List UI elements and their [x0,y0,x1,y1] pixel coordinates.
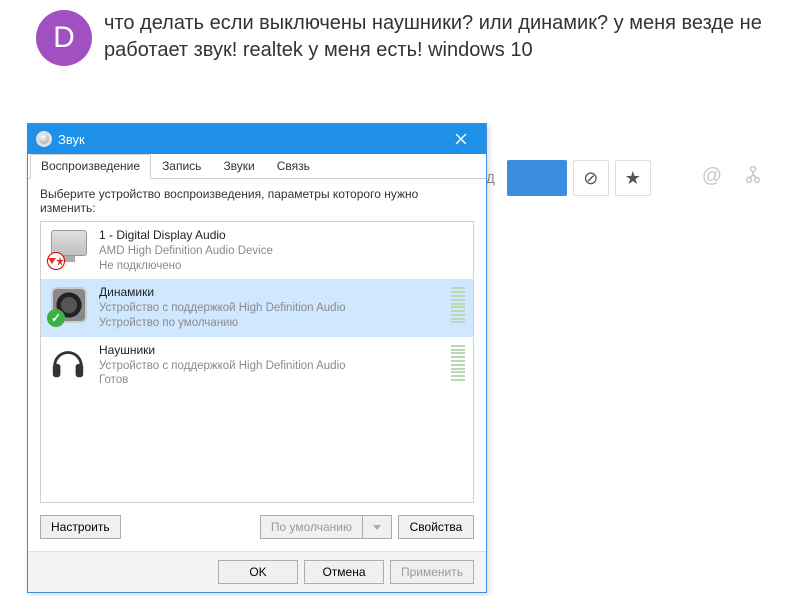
level-meter [451,285,465,325]
chevron-down-icon [373,525,381,530]
tab-communications[interactable]: Связь [266,154,321,178]
device-item[interactable]: Наушники Устройство с поддержкой High De… [41,337,473,394]
apply-button[interactable]: Применить [390,560,474,584]
at-icon[interactable]: @ [702,165,722,191]
device-name: 1 - Digital Display Audio [99,228,465,244]
device-status: Не подключено [99,259,465,274]
cancel-button[interactable]: Отмена [304,560,384,584]
close-button[interactable] [440,125,482,153]
device-status: Устройство по умолчанию [99,316,441,331]
device-list[interactable]: 1 - Digital Display Audio AMD High Defin… [40,221,474,503]
dialog-footer: OK Отмена Применить [28,551,486,592]
sound-dialog: Звук Воспроизведение Запись Звуки Связь … [27,123,487,593]
device-item[interactable]: Динамики Устройство с поддержкой High De… [41,279,473,336]
tab-playback[interactable]: Воспроизведение [30,154,151,179]
speaker-icon [49,285,89,325]
block-icon[interactable]: ⊘ [573,160,609,196]
set-default-split-button[interactable]: По умолчанию [260,515,392,539]
error-badge-icon [47,252,65,270]
properties-button[interactable]: Свойства [398,515,474,539]
device-name: Динамики [99,285,441,301]
share-icon[interactable] [744,165,762,191]
tab-sounds[interactable]: Звуки [212,154,265,178]
primary-action-button[interactable] [507,160,567,196]
headphones-icon [49,343,89,383]
set-default-dropdown[interactable] [363,515,392,539]
monitor-icon [49,228,89,268]
instruction-text: Выберите устройство воспроизведения, пар… [28,179,486,221]
level-meter [451,343,465,383]
forum-post: D что делать если выключены наушники? ил… [0,0,800,66]
dialog-title: Звук [58,132,85,147]
default-badge-icon [47,309,65,327]
device-status: Готов [99,373,441,388]
toolbar-peek-letter: Д [486,171,495,186]
titlebar[interactable]: Звук [28,124,486,154]
device-name: Наушники [99,343,441,359]
device-description: Устройство с поддержкой High Definition … [99,301,441,316]
sound-icon [36,131,52,147]
avatar: D [36,10,92,66]
device-description: AMD High Definition Audio Device [99,244,465,259]
tab-recording[interactable]: Запись [151,154,212,178]
device-description: Устройство с поддержкой High Definition … [99,359,441,374]
configure-button[interactable]: Настроить [40,515,121,539]
tab-strip: Воспроизведение Запись Звуки Связь [28,154,486,179]
device-item[interactable]: 1 - Digital Display Audio AMD High Defin… [41,222,473,279]
post-text: что делать если выключены наушники? или … [104,10,764,66]
set-default-button[interactable]: По умолчанию [260,515,363,539]
star-icon[interactable]: ★ [615,160,651,196]
ok-button[interactable]: OK [218,560,298,584]
